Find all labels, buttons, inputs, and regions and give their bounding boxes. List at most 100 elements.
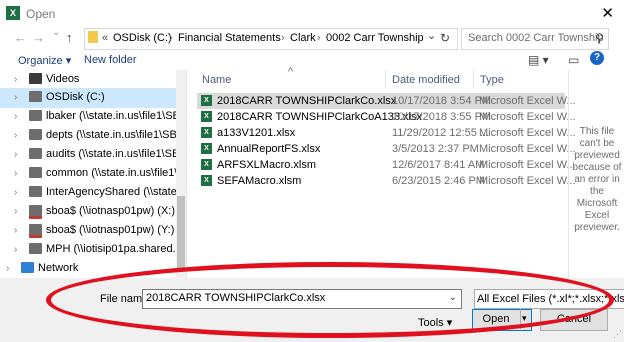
preview-line: Excel [584,210,610,221]
file-date: 10/17/2018 3:55 PM [392,111,492,123]
disconnected-drive-icon [29,224,42,238]
close-icon[interactable]: ✕ [601,4,614,22]
file-row[interactable]: X AnnualReportFS.xlsx 3/5/2013 2:37 PM M… [197,141,576,157]
forward-arrow-icon[interactable]: → [32,30,45,45]
view-options-icon[interactable]: ▤ ▾ [528,53,549,67]
file-date: 12/6/2017 8:41 AM [392,159,485,171]
file-row[interactable]: X SEFAMacro.xlsm 6/23/2015 2:46 PM Micro… [197,173,576,189]
nav-scrollbar-thumb[interactable] [177,196,185,268]
search-input[interactable]: Search 0002 Carr Township [468,32,604,44]
file-date: 11/29/2012 12:55 ... [392,127,490,139]
address-dropdown-icon[interactable]: ⌄ [427,29,436,42]
file-name: AnnualReportFS.xlsx [217,143,321,155]
file-type: Microsoft Excel W... [479,159,576,171]
nav-item-label: sboa$ (\\iotnasp01pw) (Y:) [46,224,175,236]
crumb-clark[interactable]: Clark [290,32,316,44]
nav-item-audits[interactable]: › audits (\\state.in.us\file1\SBoA) (M [0,145,176,165]
file-name: 2018CARR TOWNSHIPClarkCo.xlsx [217,95,397,107]
chevron-right-icon[interactable]: › [14,111,17,122]
nav-item-sboa-x[interactable]: › sboa$ (\\iotnasp01pw) (X:) [0,202,176,222]
nav-item-videos[interactable]: › Videos [0,70,176,90]
video-folder-icon [29,73,42,84]
refresh-icon[interactable]: ↻ [440,31,450,45]
nav-item-mph[interactable]: › MPH (\\iotisip01pa.shared.state.in [0,240,176,260]
excel-macro-file-icon: X [201,159,212,170]
chevron-right-icon[interactable]: › [14,130,17,141]
nav-item-depts[interactable]: › depts (\\state.in.us\file1\SBoA) (L: [0,126,176,146]
nav-item-interagencyshared[interactable]: › InterAgencyShared (\\state.in.us\f [0,183,176,203]
preview-line: previewer. [574,222,620,233]
address-bar[interactable]: « OSDisk (C:) › Financial Statements › C… [84,28,458,50]
file-type: Microsoft Excel W... [479,143,576,155]
chevron-right-icon[interactable]: › [14,206,17,217]
nav-item-label: common (\\state.in.us\file1\SBoA [46,167,176,179]
chevron-right-icon[interactable]: › [14,225,17,236]
recent-locations-icon[interactable]: ⌄ [52,27,60,38]
disconnected-drive-icon [29,205,42,219]
chevron-right-icon[interactable]: › [14,149,17,160]
file-type: Microsoft Excel W... [479,175,576,187]
chevron-right-icon[interactable]: › [14,168,17,179]
folder-icon [88,31,98,43]
nav-item-label: Videos [46,73,80,85]
back-arrow-icon[interactable]: ← [14,30,27,45]
up-arrow-icon[interactable]: ↑ [66,30,73,45]
organize-button[interactable]: Organize ▾ [18,54,71,67]
column-headers: Name ^ Date modified Type [195,66,567,88]
file-name: ARFSXLMacro.xlsm [217,159,317,171]
chevron-right-icon[interactable]: › [14,92,17,103]
sort-arrow-icon: ^ [288,66,294,78]
excel-macro-file-icon: X [201,175,212,186]
network-drive-icon [29,186,42,197]
file-type: Microsoft Excel W... [479,95,576,107]
chevron-right-icon[interactable]: › [14,74,17,85]
excel-file-icon: X [201,143,212,154]
window-title: Open [26,7,56,21]
preview-message: This file can't be previewed because of … [569,126,624,234]
preview-line: the [590,186,604,197]
preview-line: an error in [574,174,620,185]
preview-line: can't be [579,138,615,149]
file-name: a133V1201.xlsx [217,127,296,139]
nav-item-label: MPH (\\iotisip01pa.shared.state.in [46,243,176,255]
preview-pane: This file can't be previewed because of … [568,70,624,278]
preview-line: This file [579,126,615,137]
column-type[interactable]: Type [480,74,504,86]
chevron-right-icon[interactable]: › [6,263,9,274]
column-name[interactable]: Name [202,74,231,86]
nav-item-lbaker[interactable]: › lbaker (\\state.in.us\file1\SBOA\Ho [0,107,176,127]
file-type: Microsoft Excel W... [479,127,576,139]
navigation-pane[interactable]: › Videos › OSDisk (C:) › lbaker (\\state… [0,70,186,278]
new-folder-button[interactable]: New folder [84,54,137,66]
preview-line: previewed [574,150,620,161]
search-box[interactable]: Search 0002 Carr Township ⚲ [461,28,609,50]
resize-grip-icon[interactable]: ⋰ [613,329,622,340]
nav-item-common[interactable]: › common (\\state.in.us\file1\SBoA [0,164,176,184]
crumb-separator: › [169,32,173,44]
crumb-financial-statements[interactable]: Financial Statements [178,32,281,44]
file-type: Microsoft Excel W... [479,111,576,123]
preview-pane-icon[interactable]: ▭ [568,53,579,67]
chevron-right-icon[interactable]: › [14,244,17,255]
network-drive-icon [29,129,42,140]
nav-item-label: InterAgencyShared (\\state.in.us\f [46,186,176,198]
file-row[interactable]: X a133V1201.xlsx 11/29/2012 12:55 ... Mi… [197,125,576,141]
network-drive-icon [29,148,42,159]
nav-item-label: sboa$ (\\iotnasp01pw) (X:) [46,205,176,217]
column-separator[interactable] [473,70,474,88]
nav-item-label: audits (\\state.in.us\file1\SBoA) (M [46,148,176,160]
chevron-right-icon[interactable]: › [14,187,17,198]
network-drive-icon [29,167,42,178]
crumb-0002-carr-township[interactable]: 0002 Carr Township [326,32,424,44]
file-row[interactable]: X 2018CARR TOWNSHIPClarkCoA133.xlsx 10/1… [197,109,576,125]
nav-item-osdisk[interactable]: › OSDisk (C:) [0,88,176,108]
column-date-modified[interactable]: Date modified [392,74,460,86]
crumb-osdisk[interactable]: OSDisk (C:) [113,32,172,44]
file-row[interactable]: X ARFSXLMacro.xlsm 12/6/2017 8:41 AM Mic… [197,157,576,173]
column-separator[interactable] [385,70,386,88]
file-row[interactable]: X 2018CARR TOWNSHIPClarkCo.xlsx 10/17/20… [197,93,576,109]
help-icon[interactable]: ? [590,51,604,65]
nav-item-sboa-y[interactable]: › sboa$ (\\iotnasp01pw) (Y:) [0,221,176,241]
pane-divider[interactable] [186,70,187,278]
address-overflow[interactable]: « [102,32,108,44]
